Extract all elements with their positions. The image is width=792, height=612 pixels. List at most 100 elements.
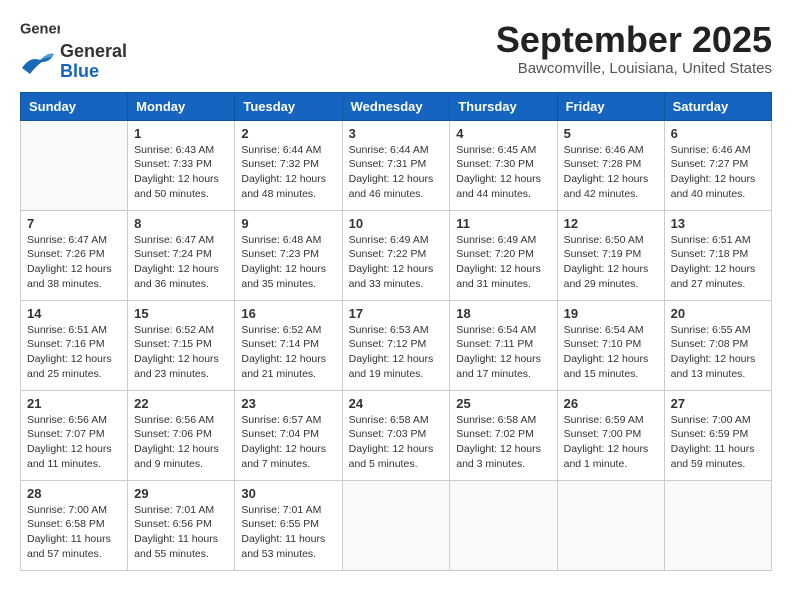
calendar-cell: 23Sunrise: 6:57 AMSunset: 7:04 PMDayligh… xyxy=(235,390,342,480)
day-number: 18 xyxy=(456,306,550,321)
day-number: 9 xyxy=(241,216,335,231)
calendar-cell xyxy=(450,480,557,570)
day-number: 24 xyxy=(349,396,444,411)
weekday-header-thursday: Thursday xyxy=(450,92,557,120)
week-row-1: 1 Sunrise: 6:43 AMSunset: 7:33 PMDaylight… xyxy=(21,120,772,210)
day-info: Sunrise: 6:58 AMSunset: 7:03 PMDaylight:… xyxy=(349,413,444,472)
svg-text:General: General xyxy=(20,21,60,37)
day-number: 28 xyxy=(27,486,121,501)
day-info: Sunrise: 6:48 AMSunset: 7:23 PMDaylight:… xyxy=(241,233,335,292)
calendar-cell xyxy=(664,480,771,570)
calendar-cell xyxy=(557,480,664,570)
weekday-header-sunday: Sunday xyxy=(21,92,128,120)
calendar-cell: 1 Sunrise: 6:43 AMSunset: 7:33 PMDaylight… xyxy=(128,120,235,210)
week-row-3: 14Sunrise: 6:51 AMSunset: 7:16 PMDayligh… xyxy=(21,300,772,390)
calendar-header-row: SundayMondayTuesdayWednesdayThursdayFrid… xyxy=(21,92,772,120)
calendar-cell: 14Sunrise: 6:51 AMSunset: 7:16 PMDayligh… xyxy=(21,300,128,390)
day-info: Sunrise: 6:52 AMSunset: 7:14 PMDaylight:… xyxy=(241,323,335,382)
calendar-cell: 8 Sunrise: 6:47 AMSunset: 7:24 PMDaylight… xyxy=(128,210,235,300)
calendar-cell: 20 Sunrise: 6:55 AMSunset: 7:08 PMDayligh… xyxy=(664,300,771,390)
calendar-table: SundayMondayTuesdayWednesdayThursdayFrid… xyxy=(20,92,772,571)
day-number: 26 xyxy=(564,396,658,411)
calendar-cell: 26 Sunrise: 6:59 AMSunset: 7:00 PMDayligh… xyxy=(557,390,664,480)
day-info: Sunrise: 6:47 AMSunset: 7:24 PMDaylight:… xyxy=(134,233,228,292)
weekday-header-wednesday: Wednesday xyxy=(342,92,450,120)
day-info: Sunrise: 6:51 AMSunset: 7:16 PMDaylight:… xyxy=(27,323,121,382)
day-number: 21 xyxy=(27,396,121,411)
calendar-cell: 12 Sunrise: 6:50 AMSunset: 7:19 PMDayligh… xyxy=(557,210,664,300)
calendar-cell: 5 Sunrise: 6:46 AMSunset: 7:28 PMDaylight… xyxy=(557,120,664,210)
day-info: Sunrise: 6:44 AMSunset: 7:32 PMDaylight:… xyxy=(241,143,335,202)
weekday-header-tuesday: Tuesday xyxy=(235,92,342,120)
title-block: September 2025 Bawcomville, Louisiana, U… xyxy=(496,20,772,77)
weekday-header-friday: Friday xyxy=(557,92,664,120)
day-number: 3 xyxy=(349,126,444,141)
day-info: Sunrise: 6:59 AMSunset: 7:00 PMDaylight:… xyxy=(564,413,658,472)
day-number: 29 xyxy=(134,486,228,501)
calendar-cell: 6 Sunrise: 6:46 AMSunset: 7:27 PMDaylight… xyxy=(664,120,771,210)
day-number: 19 xyxy=(564,306,658,321)
day-number: 13 xyxy=(671,216,765,231)
day-info: Sunrise: 7:00 AMSunset: 6:58 PMDaylight:… xyxy=(27,503,121,562)
day-info: Sunrise: 7:01 AMSunset: 6:56 PMDaylight:… xyxy=(134,503,228,562)
day-number: 27 xyxy=(671,396,765,411)
day-info: Sunrise: 6:51 AMSunset: 7:18 PMDaylight:… xyxy=(671,233,765,292)
day-number: 4 xyxy=(456,126,550,141)
day-info: Sunrise: 6:50 AMSunset: 7:19 PMDaylight:… xyxy=(564,233,658,292)
calendar-cell: 4 Sunrise: 6:45 AMSunset: 7:30 PMDaylight… xyxy=(450,120,557,210)
day-number: 16 xyxy=(241,306,335,321)
calendar-cell: 19 Sunrise: 6:54 AMSunset: 7:10 PMDayligh… xyxy=(557,300,664,390)
day-info: Sunrise: 6:52 AMSunset: 7:15 PMDaylight:… xyxy=(134,323,228,382)
day-number: 17 xyxy=(349,306,444,321)
calendar-cell: 28 Sunrise: 7:00 AMSunset: 6:58 PMDayligh… xyxy=(21,480,128,570)
day-info: Sunrise: 6:43 AMSunset: 7:33 PMDaylight:… xyxy=(134,143,228,202)
day-info: Sunrise: 6:45 AMSunset: 7:30 PMDaylight:… xyxy=(456,143,550,202)
weekday-header-monday: Monday xyxy=(128,92,235,120)
day-number: 25 xyxy=(456,396,550,411)
week-row-5: 28 Sunrise: 7:00 AMSunset: 6:58 PMDayligh… xyxy=(21,480,772,570)
day-info: Sunrise: 6:46 AMSunset: 7:28 PMDaylight:… xyxy=(564,143,658,202)
day-number: 11 xyxy=(456,216,550,231)
calendar-cell: 27Sunrise: 7:00 AMSunset: 6:59 PMDayligh… xyxy=(664,390,771,480)
calendar-cell: 7Sunrise: 6:47 AMSunset: 7:26 PMDaylight… xyxy=(21,210,128,300)
logo-graphic: General xyxy=(20,20,60,40)
day-info: Sunrise: 6:46 AMSunset: 7:27 PMDaylight:… xyxy=(671,143,765,202)
day-number: 12 xyxy=(564,216,658,231)
calendar-cell: 3 Sunrise: 6:44 AMSunset: 7:31 PMDaylight… xyxy=(342,120,450,210)
day-number: 15 xyxy=(134,306,228,321)
day-number: 5 xyxy=(564,126,658,141)
calendar-cell: 22Sunrise: 6:56 AMSunset: 7:06 PMDayligh… xyxy=(128,390,235,480)
calendar-cell: 18Sunrise: 6:54 AMSunset: 7:11 PMDayligh… xyxy=(450,300,557,390)
day-number: 2 xyxy=(241,126,335,141)
location: Bawcomville, Louisiana, United States xyxy=(496,60,772,77)
day-info: Sunrise: 6:44 AMSunset: 7:31 PMDaylight:… xyxy=(349,143,444,202)
day-info: Sunrise: 6:56 AMSunset: 7:07 PMDaylight:… xyxy=(27,413,121,472)
day-info: Sunrise: 6:55 AMSunset: 7:08 PMDaylight:… xyxy=(671,323,765,382)
day-info: Sunrise: 6:49 AMSunset: 7:22 PMDaylight:… xyxy=(349,233,444,292)
logo-blue: Blue xyxy=(60,62,127,82)
day-number: 23 xyxy=(241,396,335,411)
calendar-cell: 24 Sunrise: 6:58 AMSunset: 7:03 PMDayligh… xyxy=(342,390,450,480)
day-number: 10 xyxy=(349,216,444,231)
calendar-cell: 10 Sunrise: 6:49 AMSunset: 7:22 PMDayligh… xyxy=(342,210,450,300)
calendar-cell: 9 Sunrise: 6:48 AMSunset: 7:23 PMDaylight… xyxy=(235,210,342,300)
day-number: 6 xyxy=(671,126,765,141)
calendar-cell: 30Sunrise: 7:01 AMSunset: 6:55 PMDayligh… xyxy=(235,480,342,570)
calendar-cell xyxy=(342,480,450,570)
calendar-cell: 2 Sunrise: 6:44 AMSunset: 7:32 PMDaylight… xyxy=(235,120,342,210)
day-number: 1 xyxy=(134,126,228,141)
calendar-cell: 29 Sunrise: 7:01 AMSunset: 6:56 PMDayligh… xyxy=(128,480,235,570)
week-row-2: 7Sunrise: 6:47 AMSunset: 7:26 PMDaylight… xyxy=(21,210,772,300)
day-number: 20 xyxy=(671,306,765,321)
day-info: Sunrise: 6:54 AMSunset: 7:10 PMDaylight:… xyxy=(564,323,658,382)
calendar-cell: 15 Sunrise: 6:52 AMSunset: 7:15 PMDayligh… xyxy=(128,300,235,390)
calendar-cell: 13 Sunrise: 6:51 AMSunset: 7:18 PMDayligh… xyxy=(664,210,771,300)
day-info: Sunrise: 6:53 AMSunset: 7:12 PMDaylight:… xyxy=(349,323,444,382)
calendar-cell: 17 Sunrise: 6:53 AMSunset: 7:12 PMDayligh… xyxy=(342,300,450,390)
day-info: Sunrise: 6:49 AMSunset: 7:20 PMDaylight:… xyxy=(456,233,550,292)
day-number: 8 xyxy=(134,216,228,231)
day-number: 30 xyxy=(241,486,335,501)
calendar-cell: 11 Sunrise: 6:49 AMSunset: 7:20 PMDayligh… xyxy=(450,210,557,300)
day-number: 7 xyxy=(27,216,121,231)
calendar-cell xyxy=(21,120,128,210)
